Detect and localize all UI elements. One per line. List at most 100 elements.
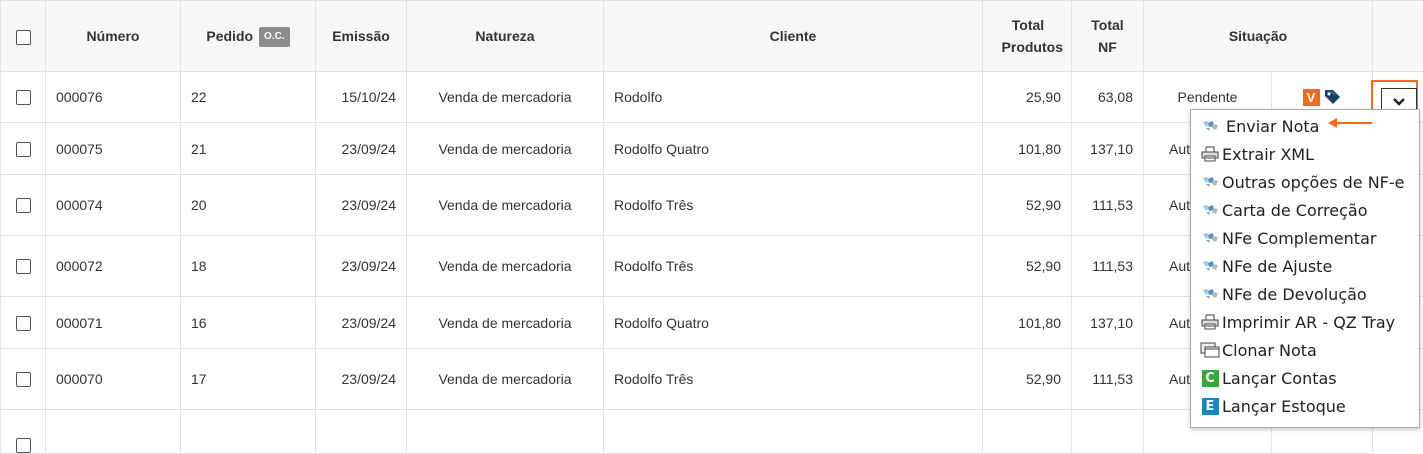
cell-pedido: 21 [181, 123, 316, 175]
menu-item-nfe-complementar[interactable]: NFe Complementar [1191, 224, 1419, 252]
menu-item-outras-op-es-de-nf-e[interactable]: Outras opções de NF-e [1191, 168, 1419, 196]
menu-item-label: Imprimir AR - QZ Tray [1222, 313, 1395, 332]
header-cliente[interactable]: Cliente [604, 1, 983, 72]
empty-cell [604, 410, 983, 454]
header-total-produtos-line1: Total [993, 14, 1063, 36]
cell-emissao: 23/09/24 [316, 236, 407, 297]
clone-icon [1200, 341, 1220, 359]
cell-numero: 000075 [46, 123, 181, 175]
header-numero[interactable]: Número [46, 1, 181, 72]
cell-total-produtos: 52,90 [983, 236, 1072, 297]
cell-natureza: Venda de mercadoria [407, 349, 604, 410]
printer-icon [1200, 313, 1220, 331]
menu-item-lan-ar-contas[interactable]: CLançar Contas [1191, 364, 1419, 392]
header-total-produtos[interactable]: TotalProdutos [983, 1, 1072, 72]
cell-emissao: 23/09/24 [316, 123, 407, 175]
menu-item-imprimir-ar-qz-tray[interactable]: Imprimir AR - QZ Tray [1191, 308, 1419, 336]
cell-total-produtos: 101,80 [983, 123, 1072, 175]
menu-item-label: Lançar Contas [1222, 369, 1337, 388]
menu-item-label: Outras opções de NF-e [1222, 173, 1404, 192]
cell-emissao: 23/09/24 [316, 297, 407, 349]
row-checkbox[interactable] [16, 142, 31, 157]
nfe-icon [1200, 257, 1220, 275]
row-select-cell [1, 175, 46, 236]
menu-item-label: Lançar Estoque [1222, 397, 1346, 416]
menu-item-clonar-nota[interactable]: Clonar Nota [1191, 336, 1419, 364]
header-pedido-label: Pedido [206, 28, 253, 44]
menu-item-label: Extrair XML [1222, 145, 1314, 164]
cell-numero: 000076 [46, 72, 181, 123]
cell-cliente: Rodolfo [604, 72, 983, 123]
header-total-nf[interactable]: TotalNF [1072, 1, 1144, 72]
cell-total-nf: 111,53 [1072, 175, 1144, 236]
header-natureza[interactable]: Natureza [407, 1, 604, 72]
menu-item-extrair-xml[interactable]: Extrair XML [1191, 140, 1419, 168]
empty-cell [983, 410, 1072, 454]
highlight-box [1371, 80, 1418, 112]
printer-icon [1200, 145, 1220, 163]
header-pedido[interactable]: Pedido O.C. [181, 1, 316, 72]
cell-cliente: Rodolfo Três [604, 236, 983, 297]
menu-item-carta-de-corre-o[interactable]: Carta de Correção [1191, 196, 1419, 224]
row-actions-menu: Enviar Nota Extrair XML Outras opções de N… [1190, 109, 1420, 428]
cell-emissao: 23/09/24 [316, 349, 407, 410]
c-letter-badge: C [1202, 370, 1219, 387]
row-checkbox[interactable] [16, 90, 31, 105]
c-square-icon: C [1200, 369, 1220, 387]
cell-cliente: Rodolfo Três [604, 175, 983, 236]
row-checkbox[interactable] [16, 316, 31, 331]
menu-item-label: NFe Complementar [1222, 229, 1376, 248]
header-actions [1373, 1, 1423, 72]
cell-pedido: 20 [181, 175, 316, 236]
cell-numero: 000072 [46, 236, 181, 297]
cell-total-nf: 111,53 [1072, 349, 1144, 410]
tag-icon[interactable] [1322, 87, 1342, 107]
header-total-nf-line1: Total [1082, 14, 1133, 36]
nfe-icon [1200, 173, 1220, 191]
cell-numero: 000070 [46, 349, 181, 410]
cell-numero: 000074 [46, 175, 181, 236]
cell-numero: 000071 [46, 297, 181, 349]
header-total-produtos-line2: Produtos [993, 36, 1063, 58]
oc-badge[interactable]: O.C. [259, 27, 290, 47]
cell-pedido: 18 [181, 236, 316, 297]
v-badge-icon[interactable]: V [1303, 89, 1320, 106]
cell-emissao: 23/09/24 [316, 175, 407, 236]
select-all-checkbox[interactable] [16, 30, 31, 45]
e-square-icon: E [1200, 397, 1220, 415]
menu-item-label: Clonar Nota [1222, 341, 1317, 360]
row-select-cell [1, 297, 46, 349]
menu-item-label: NFe de Ajuste [1222, 257, 1332, 276]
menu-item-nfe-de-ajuste[interactable]: NFe de Ajuste [1191, 252, 1419, 280]
row-checkbox[interactable] [16, 372, 31, 387]
cell-total-nf: 63,08 [1072, 72, 1144, 123]
cell-natureza: Venda de mercadoria [407, 175, 604, 236]
menu-item-enviar-nota[interactable]: Enviar Nota [1191, 112, 1419, 140]
menu-item-nfe-de-devolu-o[interactable]: NFe de Devolução [1191, 280, 1419, 308]
header-total-nf-line2: NF [1082, 36, 1133, 58]
cell-total-produtos: 52,90 [983, 175, 1072, 236]
cell-pedido: 17 [181, 349, 316, 410]
empty-cell [181, 410, 316, 454]
menu-item-lan-ar-estoque[interactable]: ELançar Estoque [1191, 392, 1419, 420]
menu-item-label: Enviar Nota [1226, 117, 1319, 136]
cell-natureza: Venda de mercadoria [407, 123, 604, 175]
cell-natureza: Venda de mercadoria [407, 297, 604, 349]
row-select-cell [1, 123, 46, 175]
row-select-cell [1, 72, 46, 123]
select-all-header [1, 1, 46, 72]
cell-pedido: 22 [181, 72, 316, 123]
e-letter-badge: E [1202, 398, 1219, 415]
row-checkbox[interactable] [16, 438, 31, 453]
cell-cliente: Rodolfo Quatro [604, 123, 983, 175]
menu-item-label: NFe de Devolução [1222, 285, 1367, 304]
row-checkbox[interactable] [16, 259, 31, 274]
cell-pedido: 16 [181, 297, 316, 349]
cell-cliente: Rodolfo Três [604, 349, 983, 410]
chevron-down-icon [1393, 98, 1405, 106]
cell-total-nf: 137,10 [1072, 123, 1144, 175]
row-checkbox[interactable] [16, 198, 31, 213]
header-emissao[interactable]: Emissão [316, 1, 407, 72]
cell-total-nf: 111,53 [1072, 236, 1144, 297]
header-situacao[interactable]: Situação [1144, 1, 1373, 72]
